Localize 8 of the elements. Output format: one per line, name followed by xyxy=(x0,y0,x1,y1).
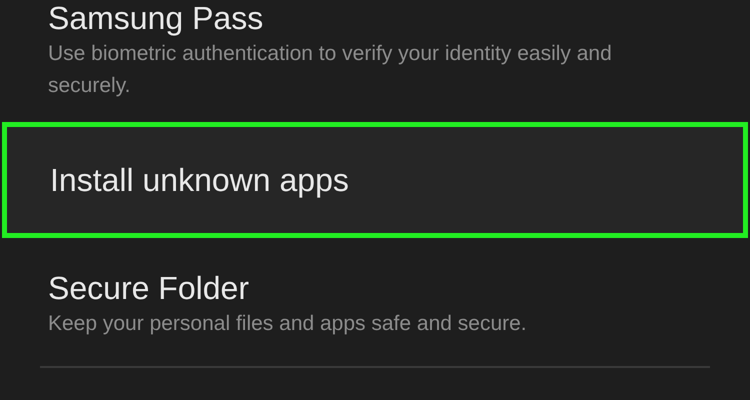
item-title: Install unknown apps xyxy=(50,162,350,198)
settings-item[interactable]: Secure Folder Keep your personal files and apps safe and secure. xyxy=(0,242,750,366)
settings-item[interactable]: Install unknown apps xyxy=(2,122,748,238)
item-description: Keep your personal files and apps safe and secure. xyxy=(48,311,528,337)
item-title: Secure Folder xyxy=(48,270,250,306)
item-title: Samsung Pass xyxy=(48,0,264,36)
settings-item[interactable]: Samsung Pass Use biometric authentication to verify your identity easily and securely. xyxy=(0,0,750,122)
item-description: Use biometric authentication to verify your identity easily and securely. xyxy=(48,41,613,99)
